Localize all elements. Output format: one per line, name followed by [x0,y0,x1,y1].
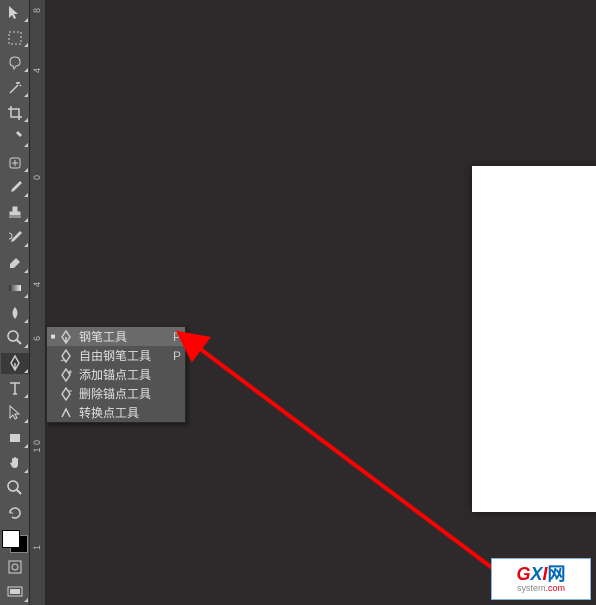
active-marker-icon: ■ [49,332,57,341]
pen-tool[interactable] [1,353,29,374]
ruler-tick: 4 [32,68,42,73]
ruler-tick: 0 [32,175,42,180]
move-tool[interactable] [1,2,29,23]
flyout-item-label: 转换点工具 [79,404,171,421]
history-brush-tool[interactable] [1,227,29,248]
blur-tool[interactable] [1,303,29,324]
freeform-pen-icon [57,349,75,363]
convert-point-icon [57,406,75,420]
flyout-convert-point-tool[interactable]: 转换点工具 [47,403,185,422]
quick-mask-tool[interactable] [1,557,29,578]
eraser-tool[interactable] [1,252,29,273]
flyout-item-label: 添加锚点工具 [79,366,171,383]
flyout-shortcut: P [171,330,181,344]
ruler-tick: 1 [32,545,42,550]
gradient-tool[interactable] [1,278,29,299]
eyedropper-tool[interactable] [1,127,29,148]
flyout-item-label: 钢笔工具 [79,328,171,345]
pen-tool-flyout: ■ 钢笔工具 P 自由钢笔工具 P 添加锚点工具 删除锚点工具 转换点工具 [46,326,186,423]
flyout-delete-anchor-tool[interactable]: 删除锚点工具 [47,384,185,403]
pen-minus-icon [57,387,75,401]
ruler-tick: 1 0 [32,440,42,453]
pen-icon [57,330,75,344]
logo-text: GXI网 [516,565,565,583]
flyout-pen-tool[interactable]: ■ 钢笔工具 P [47,327,185,346]
flyout-shortcut: P [171,349,181,363]
magic-wand-tool[interactable] [1,77,29,98]
logo-subtext: system.com [517,583,565,593]
type-tool[interactable] [1,378,29,399]
tool-panel [0,0,30,605]
healing-brush-tool[interactable] [1,152,29,173]
canvas-area[interactable] [46,0,596,605]
color-swatch[interactable] [2,530,28,553]
stamp-tool[interactable] [1,202,29,223]
dodge-tool[interactable] [1,328,29,349]
ruler-tick: 4 [32,282,42,287]
flyout-item-label: 自由钢笔工具 [79,347,171,364]
ruler-tick: 6 [32,336,42,341]
marquee-tool[interactable] [1,27,29,48]
rotate-view-tool[interactable] [1,503,29,524]
rectangle-tool[interactable] [1,428,29,449]
foreground-color[interactable] [2,530,20,548]
screen-mode-tool[interactable] [1,582,29,603]
zoom-tool[interactable] [1,478,29,499]
ruler-tick: 8 [32,8,42,13]
crop-tool[interactable] [1,102,29,123]
flyout-add-anchor-tool[interactable]: 添加锚点工具 [47,365,185,384]
document-canvas[interactable] [472,166,596,512]
hand-tool[interactable] [1,453,29,474]
pen-plus-icon [57,368,75,382]
lasso-tool[interactable] [1,52,29,73]
flyout-freeform-pen-tool[interactable]: 自由钢笔工具 P [47,346,185,365]
path-selection-tool[interactable] [1,403,29,424]
flyout-item-label: 删除锚点工具 [79,385,171,402]
brush-tool[interactable] [1,177,29,198]
vertical-ruler: 8 4 0 4 6 1 0 1 [30,0,46,605]
watermark-logo: GXI网 system.com [491,558,591,600]
